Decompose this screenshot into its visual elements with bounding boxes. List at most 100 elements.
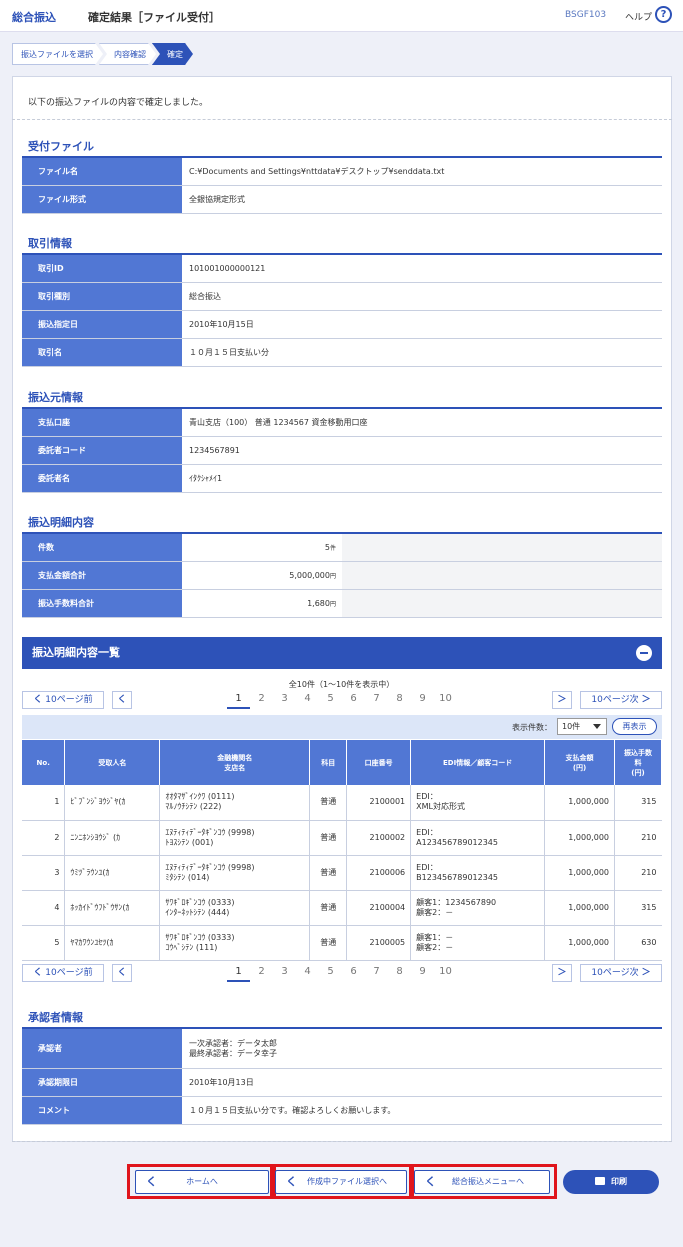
page-link[interactable]: 3 [273,691,296,709]
cell-bank: ｻﾜｷﾞﾛｷﾞﾝｺｳ (0333) ｲﾝﾀｰﾈｯﾄｼﾃﾝ (444) [159,890,311,926]
cell-type: 普通 [309,925,348,961]
received-file-table: ファイル名 C:¥Documents and Settings¥nttdata¥デ… [22,158,662,214]
page-link[interactable]: 1 [227,691,250,709]
table-row: コメント １０月１５日支払い分です。確認よろしくお願いします。 [22,1097,662,1125]
page-link[interactable]: 9 [411,691,434,709]
page-link[interactable]: 9 [411,964,434,982]
table-row: 振込手数料合計 1,680 円 [22,590,662,618]
col-header-amount: 支払金額 (円) [544,740,615,785]
page-link[interactable]: 1 [227,964,250,982]
col-header-account: 口座番号 [346,740,412,785]
next-page-button[interactable]: ＞ [552,691,572,709]
chevron-left-icon: く [33,968,43,978]
table-row: 1 ﾋﾞﾌﾞﾝｼﾞﾖｳｼﾞﾔ(ｶ ｵｵﾀﾏｻﾞｲﾝｸﾜ (0111) ﾏﾙﾉｳﾁｼﾃ… [22,785,662,821]
page-link[interactable]: 8 [388,691,411,709]
total-count: 全10件（1～10件を表示中） [288,680,395,689]
prev-page-button[interactable]: く [112,964,132,982]
menu-button-label: 総合振込メニューへ [452,1177,524,1186]
page-title: 確定結果［ファイル受付］ [88,11,220,24]
file-select-button[interactable]: く 作成中ファイル選択へ [275,1170,407,1194]
page-link[interactable]: 2 [250,691,273,709]
col-header-edi: EDI情報／顧客コード [410,740,546,785]
cell-no: 1 [22,785,66,821]
minus-icon[interactable] [636,645,652,661]
row-value: 2010年10月15日 [189,320,254,329]
row-label: 振込手数料合計 [22,590,182,617]
row-value: C:¥Documents and Settings¥nttdata¥デスクトップ… [189,167,445,176]
blank-cell [342,534,662,561]
help-icon[interactable]: ? [655,6,672,23]
display-count-select[interactable]: 10件 [557,718,607,735]
row-value: ｲﾀｸｼｬﾒｲ1 [189,474,223,483]
col-header-type: 科目 [309,740,348,785]
row-value: 2010年10月13日 [189,1078,254,1087]
table-row: 振込指定日 2010年10月15日 [22,311,662,339]
printer-icon [595,1176,605,1185]
section-heading-transaction: 取引情報 [28,237,72,250]
prev-10-label: 10ページ前 [45,695,93,705]
page-link[interactable]: 2 [250,964,273,982]
cell-bank: ｴﾇﾃｨﾃｨﾃﾞｰﾀｷﾞﾝｺｳ (9998) ﾐﾀｼﾃﾝ (014) [159,855,311,891]
next-10-pages-button[interactable]: 10ページ次 ＞ [580,691,662,709]
screen-id: BSGF103 [565,10,607,20]
section-heading-received-file: 受付ファイル [28,140,94,153]
row-value: 1234567891 [189,446,240,455]
cell-bank: ｻﾜｷﾞﾛｷﾞﾝｺｳ (0333) ｺｳﾍﾞｼﾃﾝ (111) [159,925,311,961]
step-finalize: 確定 [152,43,193,65]
next-page-button[interactable]: ＞ [552,964,572,982]
chevron-right-icon: ＞ [557,968,567,978]
cell-amount: 1,000,000 [544,890,615,926]
page-link[interactable]: 7 [365,691,388,709]
page-link[interactable]: 7 [365,964,388,982]
home-button[interactable]: く ホームへ [135,1170,269,1194]
cell-edi: EDI： B123456789012345 [410,855,546,891]
chevron-left-icon: く [146,1175,157,1188]
row-value: １０月１５日支払い分 [189,348,269,357]
page-link[interactable]: 5 [319,691,342,709]
prev-10-pages-button[interactable]: く 10ページ前 [22,964,104,982]
next-10-pages-button[interactable]: 10ページ次 ＞ [580,964,662,982]
redisplay-button[interactable]: 再表示 [612,718,657,735]
prev-10-pages-button[interactable]: く 10ページ前 [22,691,104,709]
unit: 円 [329,601,336,608]
unit: 円 [329,573,336,580]
row-label: 取引名 [22,339,182,366]
cell-payee: ﾋﾞﾌﾞﾝｼﾞﾖｳｼﾞﾔ(ｶ [64,785,161,821]
amount-value: 5,000,000 [289,571,330,580]
row-label: 支払金額合計 [22,562,182,589]
unit: 件 [329,545,336,552]
page-link[interactable]: 6 [342,964,365,982]
menu-button[interactable]: く 総合振込メニューへ [414,1170,550,1194]
print-button[interactable]: 印刷 [563,1170,659,1194]
chevron-left-icon: く [117,695,127,705]
page-link[interactable]: 3 [273,964,296,982]
page-numbers: 1 2 3 4 5 6 7 8 9 10 [227,964,457,982]
service-name[interactable]: 総合振込 [12,9,56,25]
page-link[interactable]: 8 [388,964,411,982]
approver-table: 承認者 一次承認者：データ太郎 最終承認者：データ幸子 承認期限日 2010年10月… [22,1029,662,1125]
help-link[interactable]: ヘルプ [625,10,652,23]
page-link[interactable]: 4 [296,691,319,709]
cell-edi: 顧客1：1234567890 顧客2：－ [410,890,546,926]
row-value: １０月１５日支払い分です。確認よろしくお願いします。 [189,1106,396,1115]
display-control-bar: 表示件数： 10件 再表示 [22,715,662,739]
page-link[interactable]: 4 [296,964,319,982]
divider [12,119,672,120]
source-table: 支払口座 青山支店（100） 普通 1234567 資金移動用口座 委託者コード 1… [22,409,662,493]
cell-payee: ﾔﾏｶﾜｳﾝﾕｾﾂ(ｶ [64,925,161,961]
cell-fee: 315 [614,890,662,926]
page-link[interactable]: 10 [434,691,457,709]
row-label: コメント [22,1097,182,1124]
prev-page-button[interactable]: く [112,691,132,709]
cell-edi: 顧客1：－ 顧客2：－ [410,925,546,961]
row-value: 1,680 円 [182,590,342,617]
step-select-file: 振込ファイルを選択 [12,43,103,65]
cell-payee: ｳﾐﾂﾞﾗｳﾝﾕ(ｶ [64,855,161,891]
page-link[interactable]: 10 [434,964,457,982]
table-row: 承認期限日 2010年10月13日 [22,1069,662,1097]
table-row: 5 ﾔﾏｶﾜｳﾝﾕｾﾂ(ｶ ｻﾜｷﾞﾛｷﾞﾝｺｳ (0333) ｺｳﾍﾞｼﾃﾝ (1… [22,925,662,961]
page-link[interactable]: 6 [342,691,365,709]
page-numbers: 1 2 3 4 5 6 7 8 9 10 [227,691,457,709]
row-value: 一次承認者：データ太郎 最終承認者：データ幸子 [189,1038,277,1058]
page-link[interactable]: 5 [319,964,342,982]
